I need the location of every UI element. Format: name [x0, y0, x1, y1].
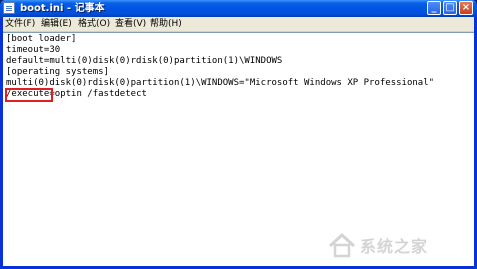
text-line-middle: =optin: [49, 89, 88, 99]
menu-bar: 文件(F) 编辑(E) 格式(O) 查看(V) 帮助(H): [3, 17, 474, 32]
close-button[interactable]: ×: [459, 1, 473, 15]
text-line: timeout=30: [6, 45, 61, 55]
maximize-button[interactable]: □: [443, 1, 457, 15]
title-bar[interactable]: boot.ini - 记事本 _ □ ×: [0, 0, 477, 17]
text-line-edited: /execute=optin /fastdetect: [6, 89, 472, 100]
minimize-button[interactable]: _: [427, 1, 441, 15]
notepad-window: boot.ini - 记事本 _ □ × 文件(F) 编辑(E) 格式(O) 查…: [0, 0, 477, 269]
text-line-end: /fastdetect: [87, 89, 147, 99]
notepad-icon[interactable]: [3, 2, 15, 14]
menu-file[interactable]: 文件(F): [5, 17, 35, 32]
menu-help[interactable]: 帮助(H): [150, 17, 182, 32]
text-line: default=multi(0)disk(0)rdisk(0)partition…: [6, 56, 283, 66]
text-line: [operating systems]: [6, 67, 109, 77]
watermark-text: 系统之家: [360, 237, 429, 256]
text-line: [boot loader]: [6, 34, 77, 44]
close-icon: ×: [461, 2, 471, 13]
house-logo-icon: [328, 232, 356, 258]
menu-view[interactable]: 查看(V): [115, 17, 146, 32]
highlight-box: [5, 88, 53, 102]
menu-edit[interactable]: 编辑(E): [41, 17, 72, 32]
minimize-icon: _: [431, 2, 437, 13]
text-area[interactable]: [boot loader] timeout=30 default=multi(0…: [3, 32, 474, 266]
watermark: 系统之家: [326, 230, 466, 260]
text-line: multi(0)disk(0)rdisk(0)partition(1)\WIND…: [6, 78, 435, 88]
maximize-icon: □: [445, 2, 455, 13]
window-title: boot.ini - 记事本: [20, 3, 105, 14]
menu-format[interactable]: 格式(O): [78, 17, 110, 32]
